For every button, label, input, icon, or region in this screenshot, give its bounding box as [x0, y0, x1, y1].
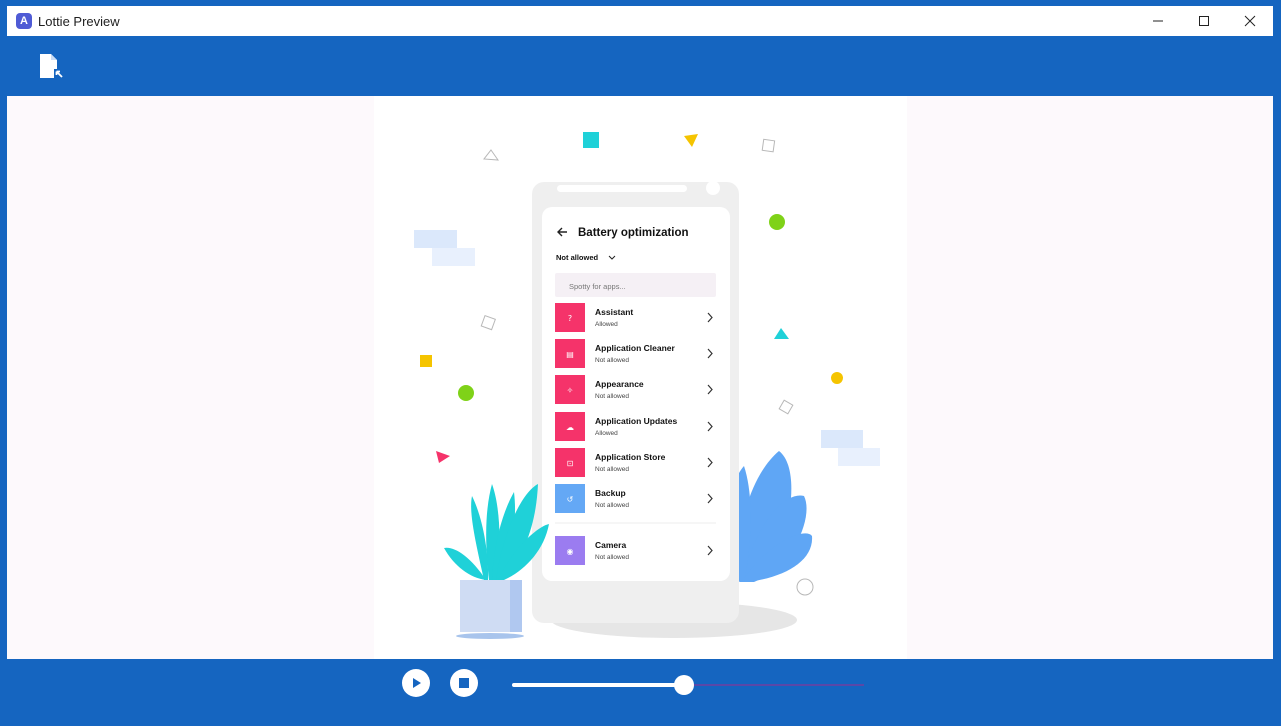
app-glyph-icon: ↺ [567, 495, 574, 504]
app-glyph-icon: ✧ [567, 386, 574, 395]
search-placeholder: Spotty for apps... [569, 282, 626, 291]
title-bar: A Lottie Preview [7, 6, 1273, 36]
app-name: Backup [595, 488, 626, 498]
player-controls [7, 659, 1273, 719]
blue-card-shape [838, 448, 880, 466]
play-button[interactable] [402, 669, 430, 697]
app-status: Allowed [595, 430, 618, 437]
toolbar [7, 36, 1273, 96]
app-name: Assistant [595, 307, 633, 317]
phone-speaker [557, 185, 687, 192]
app-glyph-icon: ☁ [566, 423, 574, 432]
square-outline-shape [480, 314, 496, 331]
app-glyph-icon: ◉ [567, 547, 574, 556]
app-status: Not allowed [595, 554, 629, 561]
close-button[interactable] [1227, 6, 1273, 36]
close-icon [1244, 15, 1256, 27]
app-status: Allowed [595, 321, 618, 328]
yellow-dot-shape [831, 372, 843, 384]
app-window: A Lottie Preview Battery optimization No… [7, 6, 1273, 719]
teal-triangle-shape [774, 328, 789, 339]
lottie-animation: Battery optimization Not allowed Spotty … [414, 132, 880, 638]
stop-icon [459, 678, 469, 688]
yellow-square-shape [420, 355, 432, 367]
app-status: Not allowed [595, 357, 629, 364]
blue-card-shape [432, 248, 475, 266]
screen-header: Battery optimization [578, 227, 689, 239]
preview-stage: Battery optimization Not allowed Spotty … [7, 96, 1273, 659]
maximize-icon [1199, 16, 1209, 26]
minimize-icon [1153, 20, 1163, 22]
square-outline-shape [778, 399, 794, 415]
pink-triangle-shape [436, 451, 450, 463]
open-file-icon [40, 54, 64, 79]
app-glyph-icon: ? [568, 314, 572, 323]
slider-thumb[interactable] [674, 675, 695, 695]
app-glyph-icon: ▤ [566, 350, 574, 359]
animation-canvas: Battery optimization Not allowed Spotty … [374, 96, 907, 659]
app-status: Not allowed [595, 502, 629, 509]
minimize-button[interactable] [1135, 6, 1181, 36]
slider-fill [512, 683, 685, 687]
app-logo-icon: A [16, 13, 32, 29]
app-status: Not allowed [595, 393, 629, 400]
maximize-button[interactable] [1181, 6, 1227, 36]
green-dot-shape [458, 385, 474, 401]
filter-dropdown-label[interactable]: Not allowed [556, 253, 599, 262]
teal-square-shape [583, 132, 599, 148]
blue-card-shape [414, 230, 457, 248]
stop-button[interactable] [450, 669, 478, 697]
app-name: Application Cleaner [595, 343, 676, 353]
window-title: Lottie Preview [38, 13, 120, 29]
phone-camera [706, 181, 720, 195]
open-file-button[interactable] [37, 52, 67, 82]
square-outline-shape [761, 138, 776, 153]
progress-slider[interactable] [512, 675, 864, 695]
triangle-outline-shape [483, 149, 500, 161]
app-name: Appearance [595, 379, 644, 389]
blue-card-shape [821, 430, 863, 448]
play-icon [413, 678, 421, 688]
app-status: Not allowed [595, 466, 629, 473]
yellow-triangle-shape [684, 134, 698, 147]
blue-leaves-shape [729, 451, 813, 582]
green-dot-shape [769, 214, 785, 230]
app-name: Application Store [595, 452, 666, 462]
app-glyph-icon: ⊡ [567, 459, 574, 468]
app-name: Application Updates [595, 416, 677, 426]
circle-outline-shape [796, 578, 814, 596]
app-name: Camera [595, 540, 626, 550]
